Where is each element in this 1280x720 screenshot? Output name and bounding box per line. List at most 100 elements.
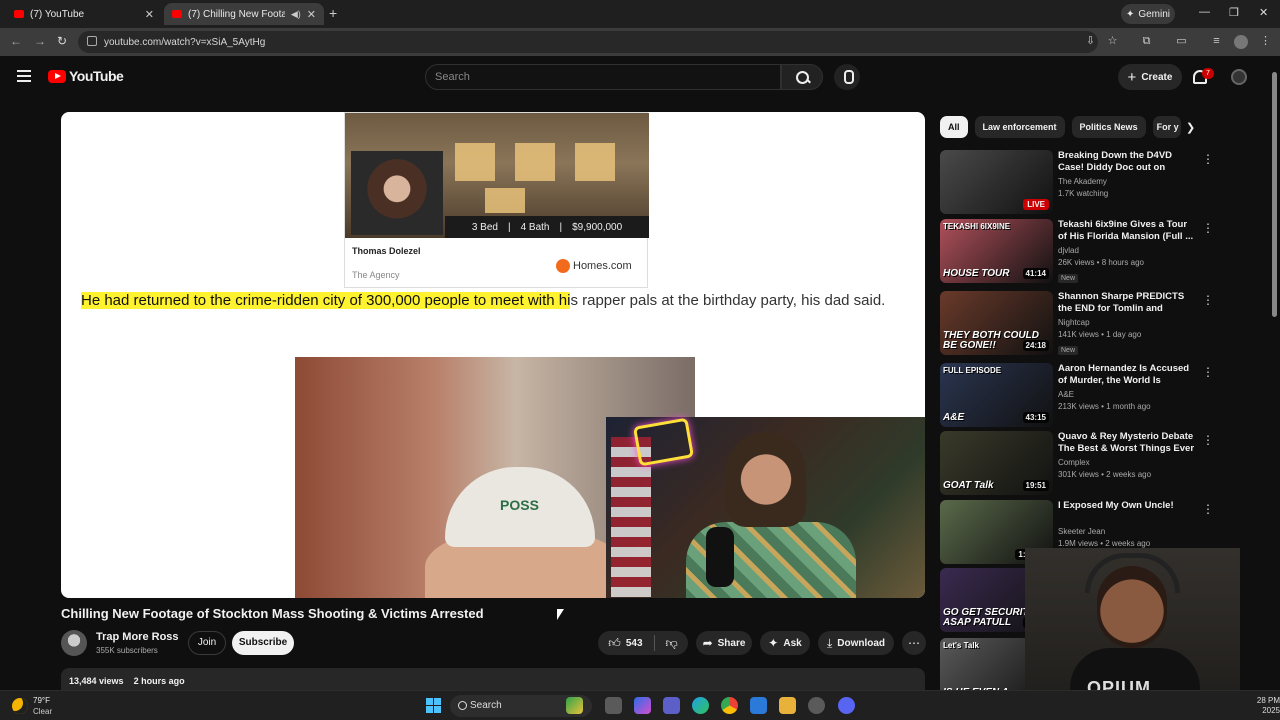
recommended-channel[interactable]: A&E	[1058, 390, 1196, 399]
recommended-channel[interactable]: Nightcap	[1058, 318, 1196, 327]
video-player[interactable]: 3 Bed | 4 Bath | $9,900,000 Thomas Dolez…	[61, 112, 925, 598]
menu-dots-icon[interactable]: ⋮	[1259, 35, 1272, 48]
search-button[interactable]	[781, 64, 823, 90]
discord-app-icon[interactable]	[838, 697, 855, 714]
recommended-channel[interactable]: djvlad	[1058, 246, 1196, 255]
video-meta: Quavo & Rey Mysterio Debate The Best & W…	[1058, 431, 1196, 479]
channel-name[interactable]: Trap More Ross	[96, 631, 179, 643]
recommended-channel[interactable]: Complex	[1058, 458, 1196, 467]
video-thumbnail[interactable]: LIVE	[940, 150, 1053, 214]
more-options-icon[interactable]: ⋮	[1202, 502, 1214, 516]
reload-icon[interactable]: ↻	[57, 34, 67, 48]
install-app-icon[interactable]: ⇩	[1084, 35, 1097, 48]
video-thumbnail[interactable]: FULL EPISODE A&E 43:15	[940, 363, 1053, 427]
chip-for-you[interactable]: For y	[1152, 116, 1181, 138]
address-bar[interactable]: youtube.com/watch?v=xSiA_5AytHg	[78, 31, 1098, 53]
bookmark-star-icon[interactable]: ☆	[1106, 35, 1119, 48]
settings-app-icon[interactable]	[808, 697, 825, 714]
close-tab-icon[interactable]: ✕	[307, 8, 316, 21]
copilot-app-icon[interactable]	[634, 697, 651, 714]
ask-button[interactable]: ✦ Ask	[760, 631, 810, 655]
close-tab-icon[interactable]: ✕	[145, 8, 154, 21]
join-button[interactable]: Join	[188, 631, 226, 655]
video-thumbnail[interactable]: TEKASHI 6IX9INE HOUSE TOUR 41:14	[940, 219, 1053, 283]
subscribe-button[interactable]: Subscribe	[232, 631, 294, 655]
site-info-icon[interactable]	[87, 36, 97, 46]
youtube-logo[interactable]: YouTube	[48, 68, 124, 84]
new-tab-icon[interactable]: +	[329, 5, 337, 21]
download-label: Download	[837, 637, 886, 649]
store-app-icon[interactable]	[750, 697, 767, 714]
recommended-channel[interactable]: Skeeter Jean	[1058, 527, 1196, 536]
like-dislike-group: 👍︎ 543 👎︎	[598, 631, 688, 655]
create-button[interactable]: + Create	[1118, 64, 1182, 90]
more-actions-button[interactable]: ⋯	[902, 631, 926, 655]
voice-search-button[interactable]	[834, 64, 860, 90]
channel-avatar[interactable]	[61, 630, 87, 656]
more-options-icon[interactable]: ⋮	[1202, 365, 1214, 379]
tab-youtube-home[interactable]: (7) YouTube ✕	[6, 3, 162, 25]
restore-icon[interactable]: ❐	[1229, 6, 1239, 19]
plus-icon: +	[1127, 68, 1137, 86]
browser-profile-avatar[interactable]	[1234, 35, 1248, 49]
windows-start-icon[interactable]	[426, 698, 441, 713]
recommended-title[interactable]: I Exposed My Own Uncle!	[1058, 500, 1196, 524]
download-button[interactable]: ⤓ Download	[818, 631, 894, 655]
minimize-icon[interactable]: —	[1199, 6, 1210, 18]
recommended-video[interactable]: FULL EPISODE A&E 43:15 Aaron Hernandez Is A…	[940, 363, 1214, 427]
back-icon[interactable]: ←	[10, 34, 22, 48]
hamburger-menu-icon[interactable]	[17, 70, 31, 82]
media-controls-icon[interactable]: ≡	[1210, 35, 1223, 48]
close-window-icon[interactable]: ✕	[1259, 6, 1268, 19]
video-thumbnail[interactable]: GOAT Talk 19:51	[940, 431, 1053, 495]
recommended-stats: 1.9M views • 2 weeks ago	[1058, 539, 1151, 548]
thumbs-down-icon[interactable]: 👎︎	[666, 636, 678, 651]
chip-all[interactable]: All	[940, 116, 968, 138]
system-clock[interactable]: 28 PM 2025	[1236, 696, 1280, 716]
thumbnail-top-text: TEKASHI 6IX9INE	[943, 222, 1011, 231]
recommended-video[interactable]: LIVE Breaking Down the D4VD Case! Diddy D…	[940, 150, 1214, 214]
tab-current-video[interactable]: (7) Chilling New Footage of ◀) ✕	[164, 3, 324, 25]
recommended-video[interactable]: THEY BOTH COULD BE GONE!! 24:18 Shannon Sh…	[940, 291, 1214, 355]
recommended-video[interactable]: TEKASHI 6IX9INE HOUSE TOUR 41:14 Tekashi 6i…	[940, 219, 1214, 283]
chevron-right-icon[interactable]: ❯	[1186, 121, 1195, 134]
recommended-title[interactable]: Shannon Sharpe PREDICTS the END for Toml…	[1058, 291, 1196, 315]
weather-moon-icon[interactable]	[12, 698, 28, 714]
recommended-video[interactable]: GOAT Talk 19:51 Quavo & Rey Mysterio Debat…	[940, 431, 1214, 495]
widgets-app-icon[interactable]	[566, 697, 583, 714]
account-avatar[interactable]	[1231, 69, 1247, 85]
recommended-stats: 141K views • 1 day ago	[1058, 330, 1142, 339]
youtube-header: YouTube Search + Create	[0, 56, 1280, 98]
filter-chips: All Law enforcement Politics News For y	[940, 116, 1181, 138]
more-options-icon[interactable]: ⋮	[1202, 152, 1214, 166]
thumbs-up-icon[interactable]: 👍︎	[608, 636, 621, 651]
recommended-title[interactable]: Tekashi 6ix9ine Gives a Tour of His Flor…	[1058, 219, 1196, 243]
cast-icon[interactable]: ▭	[1175, 35, 1188, 48]
chrome-app-icon[interactable]	[721, 697, 738, 714]
recommended-title[interactable]: Quavo & Rey Mysterio Debate The Best & W…	[1058, 431, 1196, 455]
forward-icon[interactable]: →	[34, 34, 46, 48]
more-options-icon[interactable]: ⋮	[1202, 293, 1214, 307]
edge-app-icon[interactable]	[692, 697, 709, 714]
like-count[interactable]: 543	[626, 638, 643, 649]
recommended-channel[interactable]: The Akademy	[1058, 177, 1196, 186]
recommended-title[interactable]: Aaron Hernandez Is Accused of Murder, th…	[1058, 363, 1196, 387]
teams-app-icon[interactable]	[663, 697, 680, 714]
task-view-icon[interactable]	[605, 697, 622, 714]
share-button[interactable]: ➦ Share	[696, 631, 752, 655]
more-options-icon[interactable]: ⋮	[1202, 433, 1214, 447]
recommended-title[interactable]: Breaking Down the D4VD Case! Diddy Doc o…	[1058, 150, 1196, 174]
video-thumbnail[interactable]: THEY BOTH COULD BE GONE!! 24:18	[940, 291, 1053, 355]
gemini-button[interactable]: ✦ Gemini	[1121, 4, 1175, 24]
chip-law-enforcement[interactable]: Law enforcement	[974, 116, 1065, 138]
highlighted-text: He had returned to the crime-ridden city…	[81, 292, 571, 309]
search-input[interactable]: Search	[425, 64, 781, 90]
more-options-icon[interactable]: ⋮	[1202, 221, 1214, 235]
neon-sign	[632, 417, 695, 467]
extensions-icon[interactable]: ⧉	[1140, 35, 1153, 48]
homes-logo-icon	[556, 259, 570, 273]
scrollbar-thumb[interactable]	[1272, 72, 1277, 317]
chip-politics-news[interactable]: Politics News	[1071, 116, 1146, 138]
file-explorer-icon[interactable]	[779, 697, 796, 714]
speaker-icon[interactable]: ◀)	[291, 9, 301, 20]
